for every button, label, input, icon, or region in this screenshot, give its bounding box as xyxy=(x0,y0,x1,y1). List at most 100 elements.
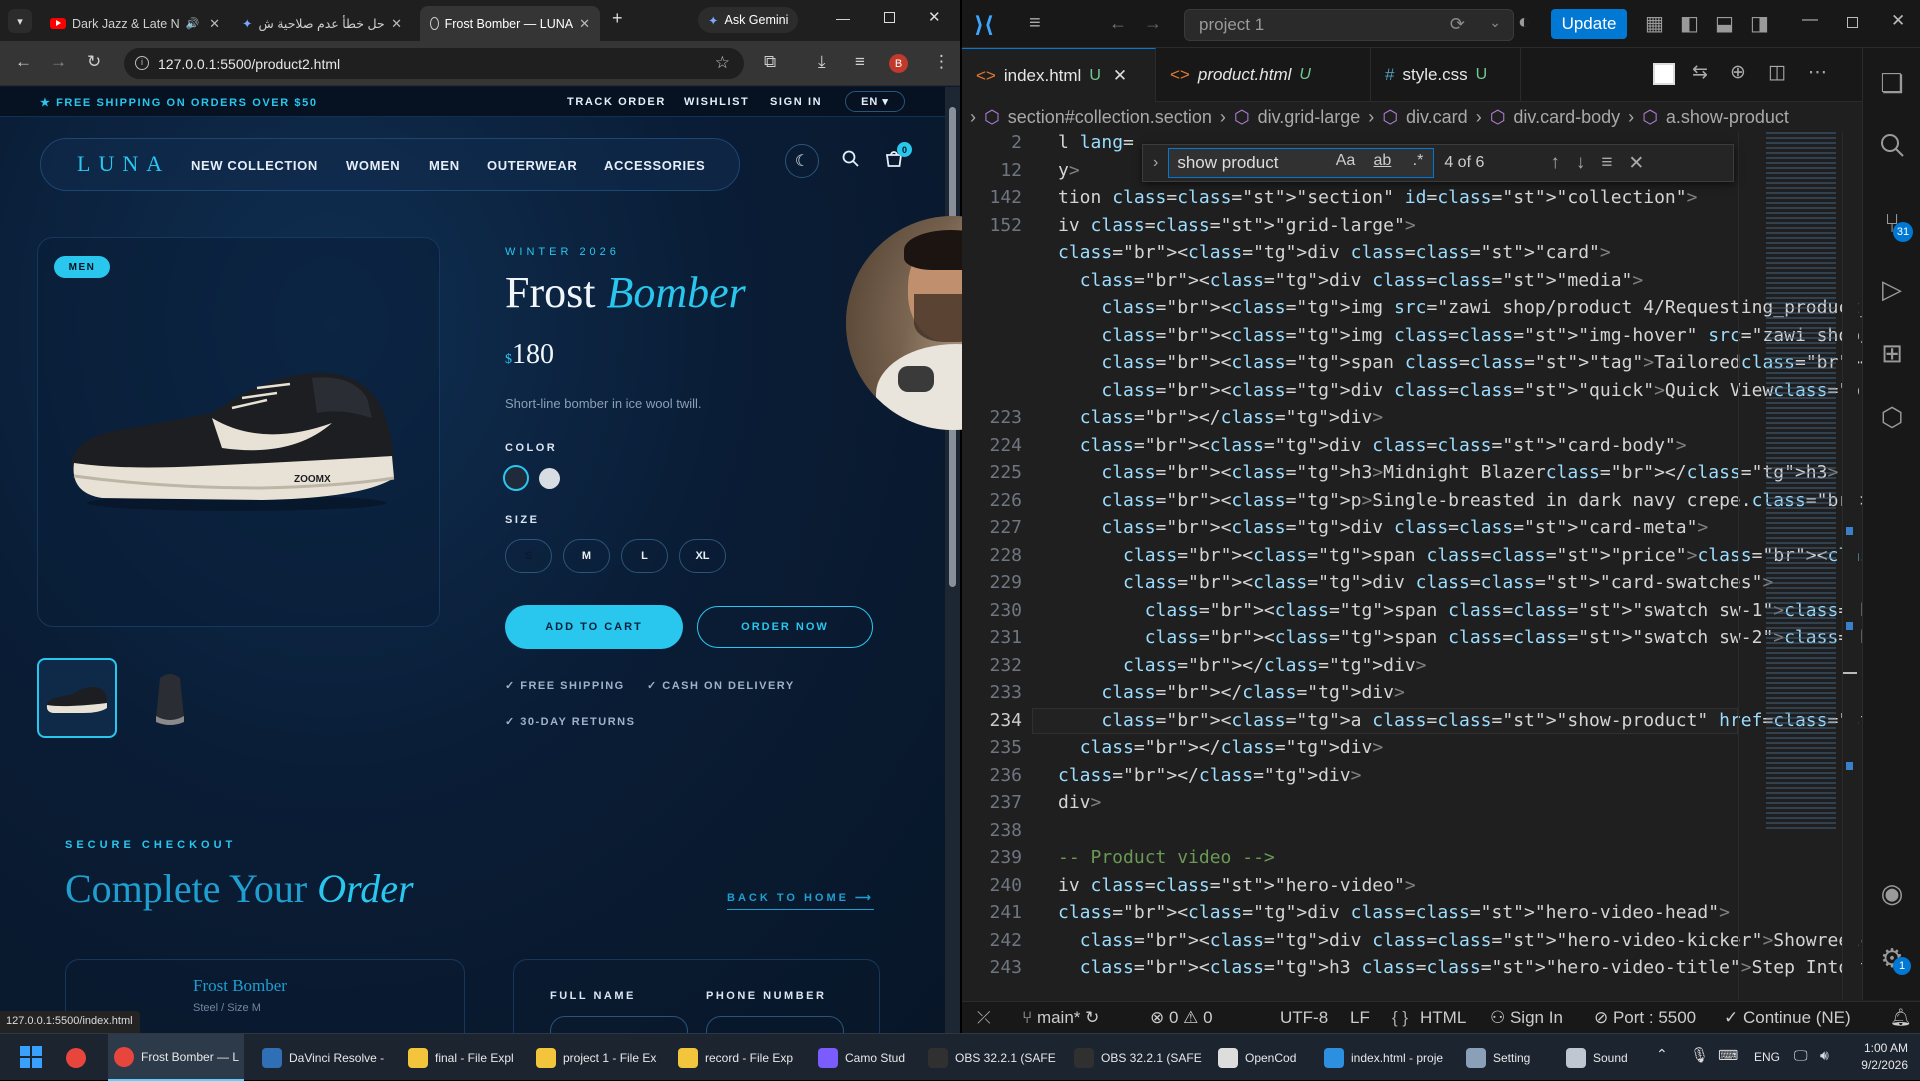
windows-start-icon[interactable] xyxy=(20,1046,42,1068)
code-line[interactable]: class="br"><class="tg">div class=class="… xyxy=(1058,517,1708,538)
close-tab-icon[interactable]: ✕ xyxy=(391,16,402,32)
chevron-down-icon[interactable]: ⌄ xyxy=(1489,14,1501,31)
full-name-input[interactable] xyxy=(550,1016,688,1033)
breadcrumb-item[interactable]: a.show-product xyxy=(1666,107,1789,128)
code-line[interactable]: class="br"><class="tg">div class=class="… xyxy=(1058,270,1644,291)
remote-explorer-icon[interactable]: ⬡ xyxy=(1877,402,1907,432)
code-line[interactable]: l lang= xyxy=(1058,132,1134,153)
find-input[interactable]: show product Aa ab .* xyxy=(1168,148,1435,178)
taskbar-app[interactable]: DaVinci Resolve - xyxy=(256,1034,392,1081)
taskbar-app[interactable]: OBS 32.2.1 (SAFE I xyxy=(922,1034,1056,1081)
extensions-icon[interactable]: ⧉ xyxy=(764,52,776,72)
notifications-bell-icon[interactable]: 🔔︎ xyxy=(1890,1008,1912,1028)
tab-style-css[interactable]: # style.css U xyxy=(1371,48,1521,102)
tray-chevron-up-icon[interactable]: ⌃ xyxy=(1656,1046,1668,1063)
code-line[interactable]: class="br"><class="tg">div class=class="… xyxy=(1058,930,1920,951)
extensions-icon[interactable]: ⊞ xyxy=(1877,338,1907,368)
code-line[interactable]: iv class=class="st">"hero-video"> xyxy=(1058,875,1416,896)
match-whole-word-icon[interactable]: ab xyxy=(1374,152,1392,170)
tab-search-button[interactable]: ▾ xyxy=(8,9,32,33)
eol-indicator[interactable]: LF xyxy=(1350,1008,1370,1028)
close-tab-icon[interactable]: ✕ xyxy=(1113,66,1127,86)
toggle-sidebar-icon[interactable]: ◧ xyxy=(1680,11,1699,36)
branch-indicator[interactable]: ⑂ main* ↻ xyxy=(1022,1008,1099,1028)
input-language[interactable]: ENG xyxy=(1754,1050,1780,1064)
network-icon[interactable]: 🖵︎ xyxy=(1794,1047,1808,1064)
code-line[interactable]: class="br"><class="tg">h3>Midnight Blaze… xyxy=(1058,462,1838,483)
breadcrumb-item[interactable]: section#collection.section xyxy=(1008,107,1212,128)
maximize-icon[interactable] xyxy=(1847,17,1858,28)
braces-icon[interactable]: { } xyxy=(1392,1008,1408,1028)
add-to-cart-button[interactable]: ADD TO CART xyxy=(505,605,683,649)
taskbar-app[interactable]: project 1 - File Ex xyxy=(530,1034,660,1081)
microphone-icon[interactable]: 🎙︎ xyxy=(1690,1046,1709,1064)
taskbar-app[interactable]: Frost Bomber — L xyxy=(108,1034,244,1081)
nav-women[interactable]: WOMEN xyxy=(346,158,400,173)
more-actions-icon[interactable]: ⋯ xyxy=(1808,61,1827,84)
close-tab-icon[interactable]: ✕ xyxy=(209,16,220,32)
code-line[interactable]: class="br"></class="tg">div> xyxy=(1058,655,1426,676)
back-to-home-link[interactable]: BACK TO HOME ⟶ xyxy=(727,891,874,910)
phone-number-input[interactable] xyxy=(706,1016,844,1033)
color-swatch-light[interactable] xyxy=(539,468,560,489)
code-line[interactable]: class="br"></class="tg">div> xyxy=(1058,407,1383,428)
code-editor[interactable]: 2 l lang= 12 y> 142 tion class=class="st">"se… xyxy=(962,132,1920,1000)
previous-match-icon[interactable]: ↑ xyxy=(1550,152,1560,174)
order-now-button[interactable]: ORDER NOW xyxy=(697,606,873,648)
taskbar-app[interactable]: record - File Exp xyxy=(672,1034,800,1081)
code-line[interactable]: y> xyxy=(1058,160,1080,181)
nav-men[interactable]: MEN xyxy=(429,158,460,173)
update-button[interactable]: Update xyxy=(1551,9,1627,39)
keyboard-icon[interactable]: ⌨ xyxy=(1718,1047,1738,1064)
close-window-icon[interactable]: ✕ xyxy=(928,8,941,26)
split-editor-icon[interactable]: ◫ xyxy=(1768,61,1786,84)
command-center-search[interactable]: project 1 ⟳ ⌄ xyxy=(1184,9,1514,41)
thumbnail-1[interactable] xyxy=(37,658,117,738)
code-line[interactable]: class="br"></class="tg">div> xyxy=(1058,682,1404,703)
browser-preview-icon[interactable]: ⊕ xyxy=(1730,61,1746,84)
open-preview-icon[interactable] xyxy=(1653,63,1675,85)
download-icon[interactable]: ⤓ xyxy=(818,52,826,72)
code-line[interactable]: class="br"><class="tg">div class=class="… xyxy=(1058,572,1773,593)
cart-icon[interactable]: 0 xyxy=(884,142,912,174)
continue-indicator[interactable]: ✓ Continue (NE) xyxy=(1724,1008,1851,1028)
back-arrow-icon[interactable]: ← xyxy=(15,52,32,72)
theme-toggle-moon-icon[interactable]: ☾ xyxy=(785,144,819,178)
code-line[interactable]: class="br"><class="tg">div class=class="… xyxy=(1058,435,1687,456)
sync-icon[interactable]: ↻ xyxy=(1085,1008,1099,1027)
bookmark-star-icon[interactable]: ☆ xyxy=(715,53,730,73)
code-line[interactable]: class="br"><class="tg">div class=class="… xyxy=(1058,242,1611,263)
color-swatch-dark[interactable] xyxy=(503,465,529,491)
taskbar-app[interactable]: final - File Expl xyxy=(402,1034,520,1081)
tab-youtube[interactable]: Dark Jazz & Late N 🔊 ✕ xyxy=(40,6,230,41)
search-icon[interactable] xyxy=(842,150,859,172)
address-bar[interactable]: i 127.0.0.1:5500/product2.html ☆ xyxy=(124,48,744,79)
breadcrumb-item[interactable]: div.card-body xyxy=(1513,107,1620,128)
code-line[interactable]: tion class=class="st">"section" id=class… xyxy=(1058,187,1697,208)
live-server-port[interactable]: ⊘ Port : 5500 xyxy=(1594,1008,1696,1028)
run-debug-icon[interactable]: ▷ xyxy=(1877,274,1907,304)
taskbar-app[interactable] xyxy=(60,1034,92,1081)
language-selector[interactable]: EN ▾ xyxy=(845,91,905,112)
copilot-chat-icon[interactable]: ⟳ xyxy=(1450,14,1465,35)
match-case-icon[interactable]: Aa xyxy=(1336,152,1356,170)
taskbar-app[interactable]: Sound xyxy=(1560,1034,1640,1081)
thumbnail-2[interactable] xyxy=(130,658,210,738)
layout-customize-icon[interactable]: ▦ xyxy=(1645,11,1664,36)
taskbar-app[interactable]: OpenCod xyxy=(1212,1034,1308,1081)
code-line[interactable]: div> xyxy=(1058,792,1101,813)
nav-outerwear[interactable]: OUTERWEAR xyxy=(487,158,577,173)
site-info-icon[interactable]: i xyxy=(135,56,149,70)
search-icon[interactable] xyxy=(1877,130,1907,160)
code-line[interactable]: iv class=class="st">"grid-large"> xyxy=(1058,215,1416,236)
source-control-icon[interactable]: ⑂ 31 xyxy=(1877,208,1913,242)
ask-gemini-button[interactable]: ✦ Ask Gemini xyxy=(698,7,799,33)
close-find-icon[interactable]: ✕ xyxy=(1628,152,1644,175)
sign-in-link[interactable]: SIGN IN xyxy=(770,96,822,108)
tab-frost-bomber[interactable]: Frost Bomber — LUNA ✕ xyxy=(420,6,600,41)
media-control-icon[interactable]: ≡ xyxy=(855,52,865,72)
toggle-replace-chevron-icon[interactable]: › xyxy=(1153,154,1158,172)
compare-changes-icon[interactable]: ⇆ xyxy=(1692,61,1708,84)
size-button-l[interactable]: L xyxy=(621,539,668,573)
close-window-icon[interactable]: ✕ xyxy=(1891,11,1905,31)
